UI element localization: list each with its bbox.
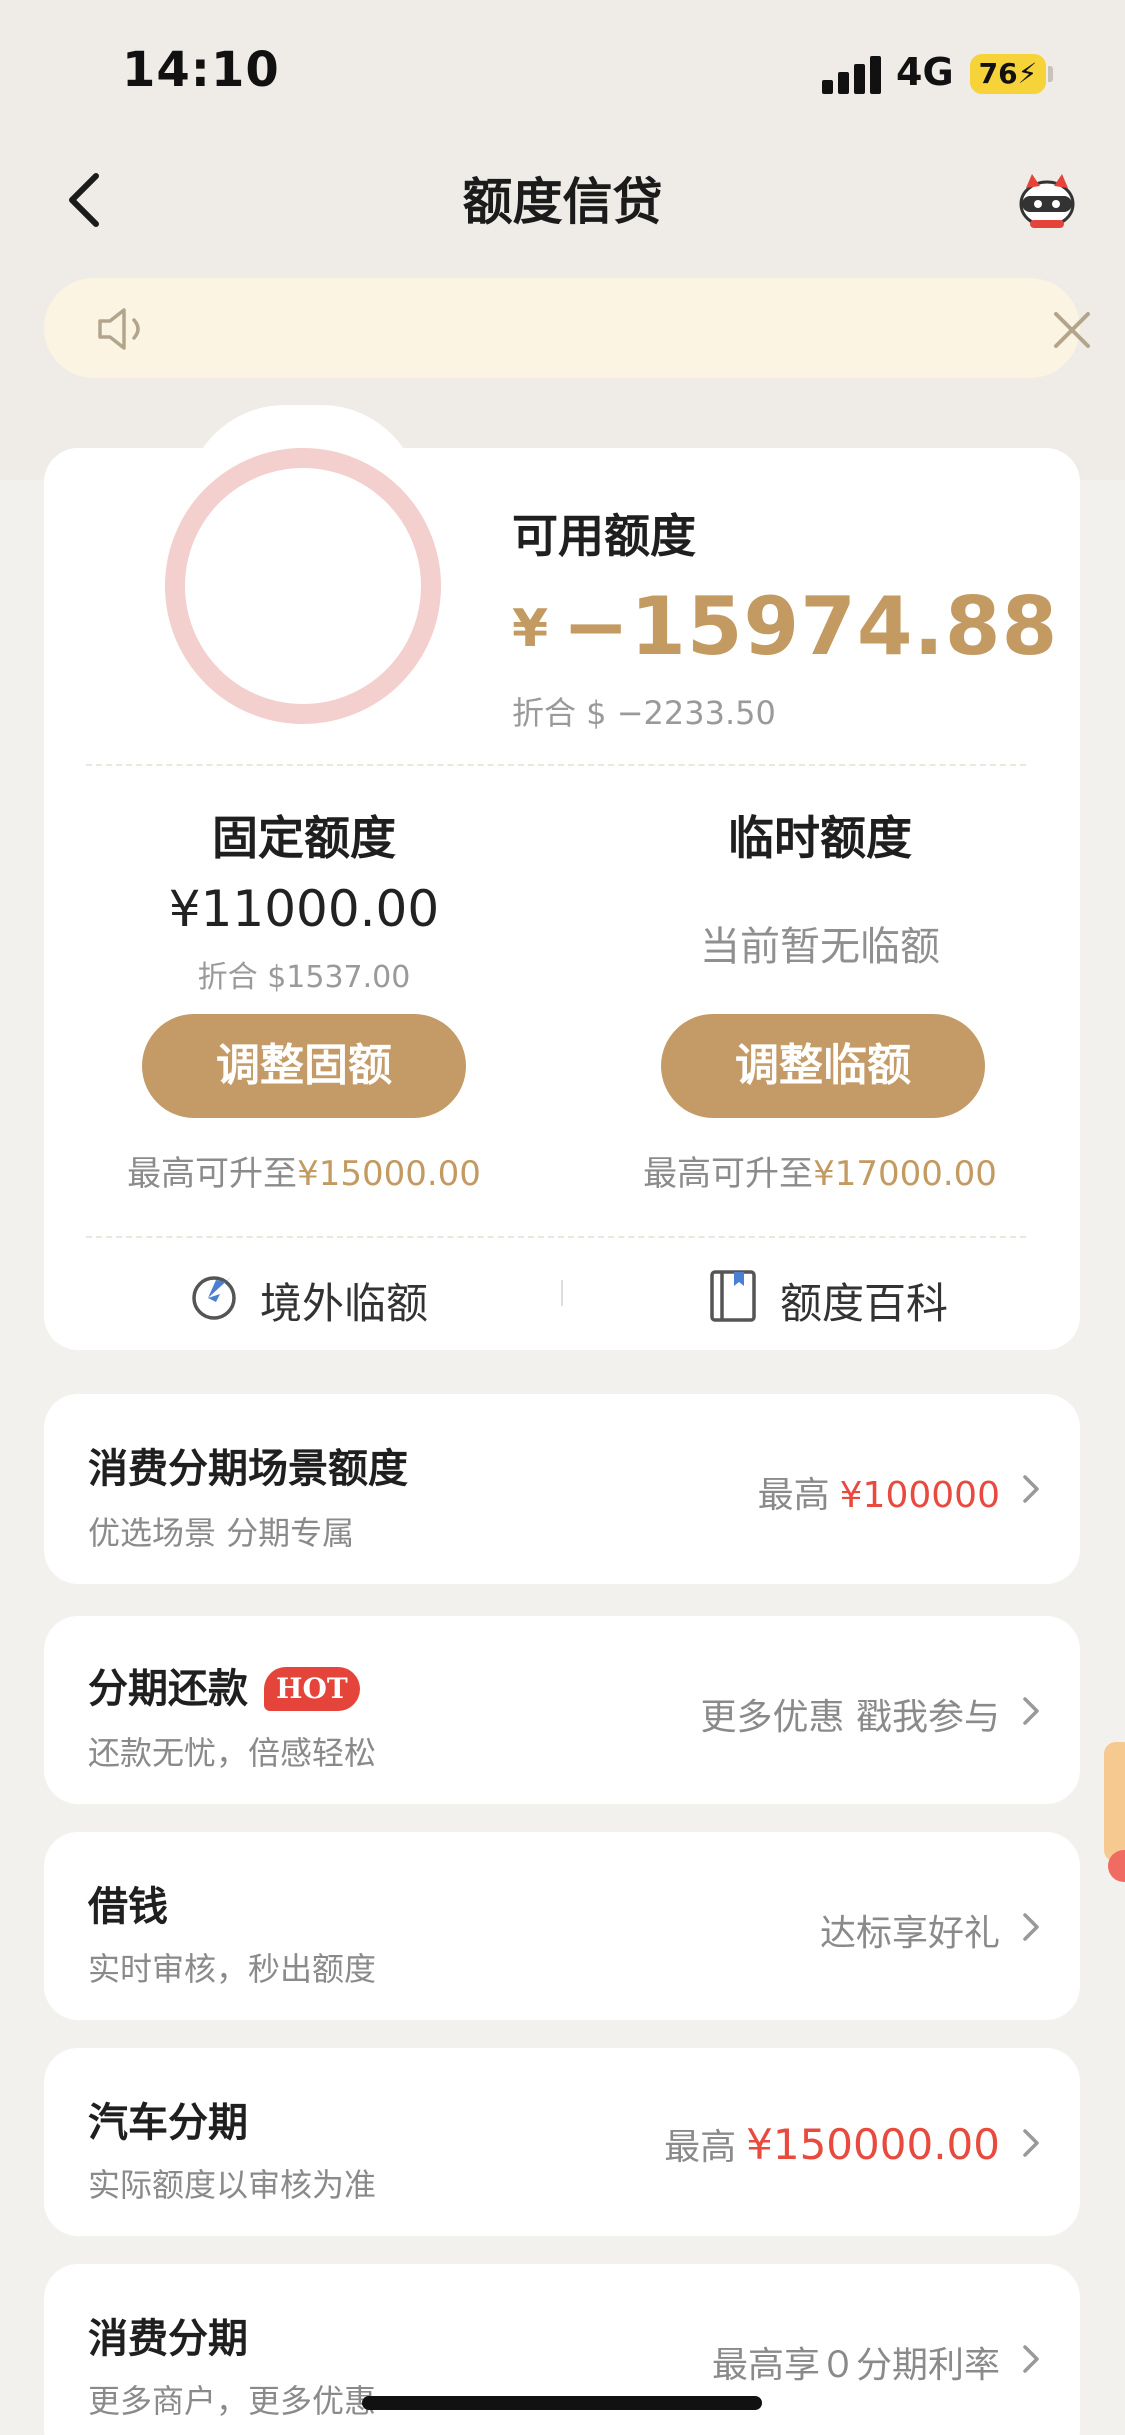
list-item-right: 最高 ¥100000 <box>758 1466 1000 1518</box>
temp-credit-title: 临时额度 <box>560 802 1080 868</box>
list-item-right: 更多优惠 戳我参与 <box>700 1697 1000 1738</box>
available-credit-amount: ¥ −15974.88 <box>512 580 1058 673</box>
list-item-subtitle: 还款无忧，倍感轻松 <box>88 1734 377 1772</box>
list-item-subtitle: 优选场景 分期专属 <box>88 1514 355 1552</box>
fixed-credit-title: 固定额度 <box>44 802 564 868</box>
list-item-title: 消费分期 <box>88 2316 248 2362</box>
list-item-subtitle: 实时审核，秒出额度 <box>88 1950 377 1988</box>
plane-globe-icon <box>192 1276 236 1320</box>
adjust-temp-button[interactable]: 调整临额 <box>661 1014 985 1118</box>
home-indicator <box>362 2396 762 2410</box>
list-item-subtitle: 实际额度以审核为准 <box>88 2166 377 2204</box>
chevron-right-icon <box>1023 1475 1039 1503</box>
close-icon[interactable] <box>1052 310 1092 350</box>
list-item-right: 最高 ¥150000.00 <box>664 2118 1000 2170</box>
divider-bottom <box>86 1236 1026 1238</box>
fixed-max-line: 最高可升至¥15000.00 <box>44 1146 564 1195</box>
charging-icon: ⚡ <box>1017 57 1038 90</box>
customer-service-mascot-icon[interactable] <box>1012 170 1082 230</box>
list-item-title: 分期还款 HOT <box>88 1656 360 1714</box>
page-title: 额度信贷 <box>462 173 663 231</box>
list-item-subtitle: 更多商户，更多优惠 <box>88 2382 377 2420</box>
floating-promo-widget[interactable] <box>1100 1742 1125 1882</box>
list-item-title: 借钱 <box>88 1884 168 1930</box>
tool-label: 额度百科 <box>780 1279 949 1328</box>
credit-usage-ring <box>165 448 441 724</box>
fixed-credit-title-text: 固定额度 <box>212 811 396 865</box>
currency-symbol: ¥ <box>512 599 549 659</box>
right-prefix: 最高 <box>664 2127 737 2168</box>
available-credit-label: 可用额度 <box>512 509 696 563</box>
battery-icon: 76⚡ <box>970 54 1046 94</box>
chevron-right-icon <box>1023 2345 1039 2373</box>
tool-divider <box>561 1280 563 1306</box>
list-item-right: 达标享好礼 <box>819 1913 1000 1954</box>
chevron-right-icon <box>1023 1697 1039 1725</box>
hot-badge: HOT <box>264 1667 360 1711</box>
list-item-title: 消费分期场景额度 <box>88 1446 408 1492</box>
network-type: 4G <box>896 50 954 94</box>
available-credit-usd: 折合 $ −2233.50 <box>512 694 776 732</box>
speaker-icon <box>98 308 140 350</box>
battery-level: 76 <box>978 57 1018 90</box>
chevron-right-icon <box>1023 1913 1039 1941</box>
fixed-max-value: ¥15000.00 <box>297 1154 481 1194</box>
list-item-car-installment[interactable]: 汽车分期 实际额度以审核为准 最高 ¥150000.00 <box>44 2048 1080 2236</box>
notice-bar[interactable] <box>44 278 1090 378</box>
temp-max-value: ¥17000.00 <box>813 1154 997 1194</box>
list-item-consumer-installment-scene[interactable]: 消费分期场景额度 优选场景 分期专属 最高 ¥100000 <box>44 1394 1080 1584</box>
fixed-credit-amount: ¥11000.00 <box>168 880 440 938</box>
list-item-borrow-money[interactable]: 借钱 实时审核，秒出额度 达标享好礼 <box>44 1832 1080 2020</box>
temp-max-line: 最高可升至¥17000.00 <box>560 1146 1080 1195</box>
list-item-right: 最高享０分期利率 <box>711 2345 1000 2386</box>
adjust-fixed-button[interactable]: 调整固额 <box>142 1014 466 1118</box>
right-prefix: 最高 <box>757 1475 830 1516</box>
temp-max-prefix: 最高可升至 <box>643 1154 814 1194</box>
divider-top <box>86 764 1026 766</box>
battery-tip <box>1048 66 1053 82</box>
book-icon <box>710 1270 756 1322</box>
temp-credit-title-text: 临时额度 <box>728 811 912 865</box>
chevron-right-icon <box>1023 2129 1039 2157</box>
temp-credit-status: 当前暂无临额 <box>700 924 940 970</box>
list-item-title-text: 分期还款 <box>88 1666 248 1712</box>
list-item-title: 汽车分期 <box>88 2100 248 2146</box>
fixed-credit-usd: 折合 $1537.00 <box>197 960 411 995</box>
available-amount-value: −15974.88 <box>562 580 1059 673</box>
fixed-max-prefix: 最高可升至 <box>127 1154 298 1194</box>
status-time: 14:10 <box>122 42 280 98</box>
right-value: ¥100000 <box>839 1475 1000 1516</box>
right-value: ¥150000.00 <box>746 2120 1000 2169</box>
signal-icon <box>822 56 882 94</box>
tool-label: 境外临额 <box>260 1279 429 1328</box>
list-item-installment-repayment[interactable]: 分期还款 HOT 还款无忧，倍感轻松 更多优惠 戳我参与 <box>44 1616 1080 1804</box>
